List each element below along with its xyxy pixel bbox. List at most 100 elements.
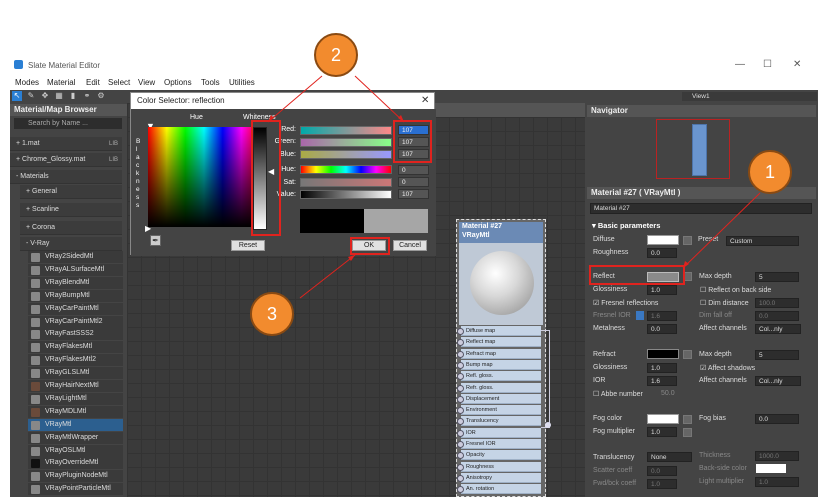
metalness-field[interactable]: 0.0 bbox=[647, 324, 677, 334]
node-slot[interactable]: Reflect map bbox=[457, 337, 541, 348]
refract-affect-select[interactable]: Col...nly bbox=[755, 376, 801, 386]
sat-field[interactable]: 0 bbox=[398, 177, 429, 187]
basic-params-rollout[interactable]: ▾ Basic parameters bbox=[592, 221, 810, 231]
select-tool-icon[interactable]: ↖ bbox=[12, 91, 22, 101]
reset-button[interactable]: Reset bbox=[231, 240, 265, 251]
browser-search-input[interactable]: Search by Name ... bbox=[14, 118, 122, 129]
maximize-button[interactable]: ☐ bbox=[763, 59, 772, 70]
menu-material[interactable]: Material bbox=[47, 78, 75, 87]
node-header[interactable]: Material #27 VRayMtl bbox=[459, 222, 543, 243]
node-slot[interactable]: Diffuse map bbox=[457, 326, 541, 336]
sat-slider[interactable] bbox=[300, 178, 392, 187]
fog-color-swatch[interactable] bbox=[647, 414, 679, 424]
node-slot[interactable]: IOR bbox=[457, 427, 541, 438]
material-item[interactable]: VRayPluginNodeMtl bbox=[28, 470, 123, 483]
menu-modes[interactable]: Modes bbox=[15, 78, 39, 87]
node-slot[interactable]: Roughness bbox=[457, 461, 541, 472]
tree-item-1mat[interactable]: + 1.mat LIB bbox=[10, 137, 122, 151]
node-slot[interactable]: Displacement bbox=[457, 393, 541, 404]
menu-select[interactable]: Select bbox=[108, 78, 130, 87]
fwd-field[interactable]: 1.0 bbox=[647, 479, 677, 489]
tree-item-vray[interactable]: - V-Ray bbox=[20, 237, 122, 251]
fog-mult-field[interactable]: 1.0 bbox=[647, 427, 677, 437]
tree-item-materials[interactable]: - Materials bbox=[10, 170, 122, 184]
layout-icon[interactable]: ▦ bbox=[54, 91, 64, 101]
material-item[interactable]: VRayFlakesMtl bbox=[28, 341, 123, 354]
material-item[interactable]: VRay2SidedMtl bbox=[28, 251, 123, 263]
max-depth-field[interactable]: 5 bbox=[755, 272, 799, 282]
affect-shadows-checkbox[interactable]: ☑ Affect shadows bbox=[700, 364, 755, 372]
material-item[interactable]: VRayMDLMtl bbox=[28, 405, 123, 418]
menu-utilities[interactable]: Utilities bbox=[229, 78, 255, 87]
fog-bias-field[interactable]: 0.0 bbox=[755, 414, 799, 424]
fog-map-button[interactable] bbox=[683, 415, 692, 424]
view-select[interactable]: View1 bbox=[682, 92, 817, 101]
menu-edit[interactable]: Edit bbox=[86, 78, 100, 87]
refract-gloss-field[interactable]: 1.0 bbox=[647, 363, 677, 373]
diffuse-map-button[interactable] bbox=[683, 236, 692, 245]
tree-item-scanline[interactable]: + Scanline bbox=[20, 203, 122, 217]
node-slot[interactable]: Anisotropy bbox=[457, 472, 541, 483]
material-item[interactable]: VRayBlendMtl bbox=[28, 276, 123, 289]
green-slider[interactable] bbox=[300, 138, 392, 147]
dim-falloff-field[interactable]: 0.0 bbox=[755, 311, 799, 321]
val-field[interactable]: 107 bbox=[398, 189, 429, 199]
preset-select[interactable]: Custom bbox=[726, 236, 799, 246]
tree-item-corona[interactable]: + Corona bbox=[20, 221, 122, 235]
dim-distance-checkbox[interactable]: ☐ Dim distance bbox=[700, 299, 749, 307]
roughness-field[interactable]: 0.0 bbox=[647, 248, 677, 258]
refract-swatch[interactable] bbox=[647, 349, 679, 359]
pick-material-icon[interactable]: ✎ bbox=[26, 91, 36, 101]
material-item[interactable]: VRayLightMtl bbox=[28, 392, 123, 405]
node-slot[interactable]: An. rotation bbox=[457, 484, 541, 495]
material-item[interactable]: VRayBumpMtl bbox=[28, 289, 123, 302]
dialog-close-icon[interactable]: ✕ bbox=[421, 95, 429, 106]
node-slot[interactable]: Refl. gloss. bbox=[457, 371, 541, 382]
node-slot[interactable]: Opacity bbox=[457, 450, 541, 461]
thickness-field[interactable]: 1000.0 bbox=[755, 451, 799, 461]
node-slot[interactable]: Translucency bbox=[457, 416, 541, 427]
affect-channels-select[interactable]: Col...nly bbox=[755, 324, 801, 334]
blue-slider[interactable] bbox=[300, 150, 392, 159]
scatter-field[interactable]: 0.0 bbox=[647, 466, 677, 476]
node-slot[interactable]: Bump map bbox=[457, 359, 541, 370]
menu-view[interactable]: View bbox=[138, 78, 155, 87]
backside-swatch[interactable] bbox=[756, 464, 786, 473]
value-slider[interactable] bbox=[300, 190, 392, 199]
dim-distance-field[interactable]: 100.0 bbox=[755, 298, 799, 308]
delete-icon[interactable]: ▮ bbox=[68, 91, 78, 101]
eyedropper-icon[interactable]: ✒ bbox=[150, 235, 161, 246]
material-item[interactable]: VRayGLSLMtl bbox=[28, 367, 123, 380]
tree-item-general[interactable]: + General bbox=[20, 185, 122, 199]
material-item[interactable]: VRayCarPaintMtl bbox=[28, 302, 123, 315]
node-slot[interactable]: Refr. gloss. bbox=[457, 382, 541, 393]
options-icon[interactable]: ⚙ bbox=[96, 91, 106, 101]
diffuse-swatch[interactable] bbox=[647, 235, 679, 245]
lock-icon[interactable] bbox=[636, 311, 644, 320]
menu-tools[interactable]: Tools bbox=[201, 78, 220, 87]
fresnel-ior-field[interactable]: 1.6 bbox=[647, 311, 677, 321]
cancel-button[interactable]: Cancel bbox=[393, 240, 427, 251]
refract-max-depth-field[interactable]: 5 bbox=[755, 350, 799, 360]
hue-slider[interactable] bbox=[300, 165, 392, 174]
blackness-pointer-icon[interactable]: ▶ bbox=[145, 224, 151, 233]
ior-field[interactable]: 1.6 bbox=[647, 376, 677, 386]
abbe-checkbox[interactable]: ☐ Abbe number bbox=[593, 390, 643, 398]
close-button[interactable]: ✕ bbox=[793, 59, 801, 70]
move-icon[interactable]: ✥ bbox=[40, 91, 50, 101]
minimize-button[interactable]: — bbox=[735, 59, 745, 70]
material-item[interactable]: VRayOverrideMtl bbox=[28, 457, 123, 470]
abbe-value[interactable]: 50.0 bbox=[661, 390, 675, 397]
material-item[interactable]: VRayMtlWrapper bbox=[28, 431, 123, 444]
material-item[interactable]: VRayMtl bbox=[28, 418, 123, 431]
menu-options[interactable]: Options bbox=[164, 78, 192, 87]
tree-item-chrome[interactable]: + Chrome_Glossy.mat LIB bbox=[10, 153, 122, 167]
hue-field[interactable]: 0 bbox=[398, 165, 429, 175]
material-item[interactable]: VRayFlakesMtl2 bbox=[28, 354, 123, 367]
fog-mult-map-button[interactable] bbox=[683, 428, 692, 437]
link-icon[interactable]: ⚭ bbox=[82, 91, 92, 101]
material-item[interactable]: VRayOSLMtl bbox=[28, 444, 123, 457]
hue-blackness-picker[interactable] bbox=[148, 127, 260, 227]
material-item[interactable]: VRayFastSSS2 bbox=[28, 328, 123, 341]
node-slot[interactable]: Fresnel IOR bbox=[457, 439, 541, 449]
